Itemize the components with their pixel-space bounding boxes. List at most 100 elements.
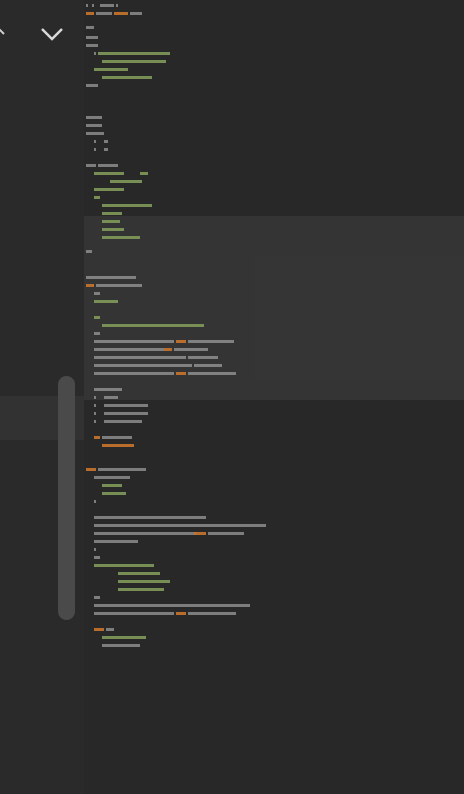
- minimap-token: [94, 420, 96, 423]
- minimap-token: [94, 196, 100, 199]
- scrollbar-thumb[interactable]: [58, 376, 75, 620]
- minimap-token: [102, 436, 132, 439]
- minimap-token: [100, 4, 114, 7]
- minimap-token: [102, 492, 126, 495]
- minimap-token: [86, 36, 98, 39]
- minimap-token: [102, 444, 134, 447]
- minimap-token: [94, 596, 100, 599]
- minimap-token: [102, 644, 140, 647]
- minimap-token: [94, 148, 96, 151]
- minimap-token: [94, 292, 100, 295]
- minimap-token: [208, 532, 244, 535]
- minimap-token: [94, 476, 130, 479]
- minimap-token: [86, 250, 92, 253]
- minimap-token: [102, 324, 204, 327]
- minimap-token: [114, 12, 128, 15]
- minimap-token: [102, 76, 152, 79]
- minimap-token: [94, 372, 174, 375]
- minimap-token: [94, 412, 96, 415]
- minimap-token: [102, 228, 124, 231]
- minimap-token: [188, 340, 234, 343]
- minimap-token: [188, 372, 236, 375]
- minimap-token: [94, 188, 124, 191]
- minimap-token: [94, 364, 192, 367]
- minimap-token: [104, 140, 108, 143]
- minimap-token: [140, 172, 148, 175]
- minimap-token: [118, 588, 164, 591]
- minimap-token: [118, 572, 160, 575]
- minimap-token: [94, 628, 104, 631]
- minimap-token: [94, 556, 100, 559]
- minimap-token: [94, 548, 96, 551]
- minimap-token: [104, 404, 148, 407]
- minimap-token: [96, 12, 112, 15]
- minimap-token: [98, 52, 170, 55]
- minimap-token: [86, 116, 102, 119]
- minimap-token: [94, 564, 154, 567]
- minimap-token: [102, 212, 122, 215]
- minimap-token: [94, 612, 174, 615]
- minimap-token: [86, 84, 98, 87]
- minimap-token: [102, 60, 166, 63]
- minimap-token: [94, 388, 122, 391]
- minimap-token: [94, 516, 206, 519]
- minimap-token: [104, 396, 118, 399]
- minimap-token: [94, 436, 100, 439]
- minimap-token: [104, 420, 142, 423]
- minimap-token: [92, 4, 94, 7]
- minimap-token: [86, 12, 94, 15]
- minimap-token: [116, 4, 118, 7]
- minimap-token: [86, 4, 88, 7]
- minimap-token: [194, 532, 206, 535]
- minimap-token: [96, 284, 142, 287]
- minimap-token: [94, 524, 266, 527]
- minimap-token: [94, 68, 128, 71]
- chevron-up-icon[interactable]: [0, 24, 6, 38]
- minimap-token: [174, 348, 208, 351]
- minimap-token: [118, 580, 170, 583]
- code-minimap[interactable]: [84, 0, 464, 794]
- minimap-token: [86, 164, 96, 167]
- minimap-token: [94, 140, 96, 143]
- minimap-token: [94, 532, 196, 535]
- minimap-token: [94, 52, 96, 55]
- minimap-token: [94, 348, 164, 351]
- minimap-token: [106, 628, 114, 631]
- minimap-token: [176, 612, 186, 615]
- minimap-token: [94, 316, 100, 319]
- minimap-token: [102, 220, 120, 223]
- minimap-token: [94, 356, 186, 359]
- minimap-token: [86, 124, 102, 127]
- minimap-token: [102, 636, 146, 639]
- minimap-token: [86, 276, 136, 279]
- minimap-token: [94, 396, 96, 399]
- minimap-token: [176, 372, 186, 375]
- minimap-token: [94, 604, 250, 607]
- minimap-token: [164, 348, 172, 351]
- minimap-token: [104, 148, 108, 151]
- minimap-token: [86, 44, 98, 47]
- minimap-token: [102, 484, 122, 487]
- minimap-token: [86, 468, 96, 471]
- minimap-token: [188, 612, 236, 615]
- minimap-token: [86, 132, 104, 135]
- minimap-token: [176, 340, 186, 343]
- minimap-token: [94, 300, 118, 303]
- minimap-token: [194, 364, 222, 367]
- minimap-token: [188, 356, 218, 359]
- minimap-token: [110, 180, 142, 183]
- minimap-token: [86, 284, 94, 287]
- side-panel: [0, 0, 84, 794]
- minimap-token: [104, 412, 148, 415]
- minimap-token: [94, 332, 100, 335]
- minimap-token: [102, 204, 152, 207]
- chevron-down-icon[interactable]: [40, 26, 64, 42]
- minimap-token: [130, 12, 142, 15]
- minimap-token: [98, 164, 118, 167]
- minimap-token: [94, 500, 96, 503]
- minimap-token: [94, 540, 138, 543]
- minimap-token: [102, 236, 140, 239]
- minimap-token: [98, 468, 146, 471]
- minimap-token: [94, 340, 174, 343]
- minimap-token: [94, 404, 96, 407]
